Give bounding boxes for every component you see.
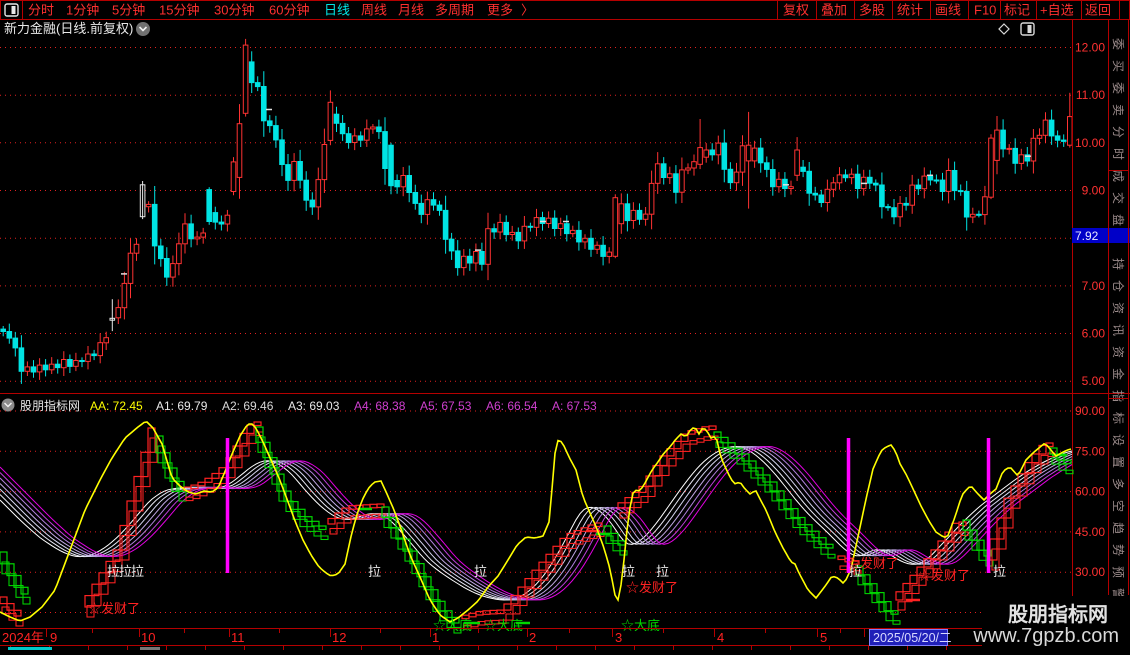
svg-text:叠加: 叠加 — [821, 3, 847, 18]
svg-text:7.92: 7.92 — [1075, 229, 1099, 243]
svg-text:画线: 画线 — [935, 3, 961, 18]
svg-text:资: 资 — [1111, 346, 1125, 358]
svg-text:A4: 68.38: A4: 68.38 — [354, 399, 406, 413]
svg-text:5分钟: 5分钟 — [112, 3, 145, 18]
svg-text:拉: 拉 — [368, 564, 381, 579]
svg-text:成: 成 — [1111, 170, 1125, 182]
svg-text:15分钟: 15分钟 — [159, 3, 199, 18]
svg-text:多周期: 多周期 — [435, 3, 474, 18]
svg-text:拉: 拉 — [622, 564, 635, 579]
svg-text:☆发财了: ☆发财了 — [88, 601, 140, 616]
svg-text:买: 买 — [1111, 60, 1125, 72]
svg-text:势: 势 — [1111, 544, 1125, 556]
svg-text:时: 时 — [1111, 148, 1125, 160]
svg-text:12: 12 — [332, 630, 346, 645]
svg-text:多: 多 — [1111, 478, 1125, 490]
svg-text:拉: 拉 — [131, 564, 144, 579]
svg-text:预: 预 — [1111, 566, 1125, 578]
svg-text:置: 置 — [1111, 456, 1125, 468]
svg-text:75.00: 75.00 — [1075, 444, 1105, 458]
svg-text:指: 指 — [1111, 390, 1126, 402]
svg-text:趋: 趋 — [1111, 522, 1125, 534]
svg-text:A6: 66.54: A6: 66.54 — [486, 399, 538, 413]
svg-text:月线: 月线 — [398, 3, 424, 18]
svg-text:更多: 更多 — [487, 3, 513, 18]
svg-text:F10: F10 — [974, 3, 996, 18]
svg-text:周线: 周线 — [361, 3, 387, 18]
svg-text:拉: 拉 — [656, 564, 669, 579]
svg-text:60分钟: 60分钟 — [269, 3, 309, 18]
svg-text:卖: 卖 — [1111, 104, 1125, 116]
svg-text:统计: 统计 — [897, 3, 923, 18]
svg-text:金: 金 — [1111, 368, 1126, 380]
svg-text:标记: 标记 — [1004, 3, 1030, 18]
svg-text:新力金融(日线.前复权): 新力金融(日线.前复权) — [4, 21, 133, 36]
svg-text:2024年: 2024年 — [2, 630, 44, 645]
svg-text:分时: 分时 — [28, 3, 54, 18]
svg-text:7.00: 7.00 — [1082, 279, 1106, 293]
svg-text:☆发财了: ☆发财了 — [847, 556, 899, 571]
svg-text:9.00: 9.00 — [1082, 184, 1106, 198]
svg-text:+自选: +自选 — [1040, 3, 1074, 18]
svg-text:多股: 多股 — [859, 3, 885, 18]
svg-text:委: 委 — [1111, 82, 1125, 94]
svg-text:60.00: 60.00 — [1075, 485, 1105, 499]
svg-text:委: 委 — [1111, 38, 1125, 50]
svg-text:2025/05/20/二: 2025/05/20/二 — [873, 631, 952, 645]
svg-text:90.00: 90.00 — [1075, 404, 1105, 418]
svg-text:拉: 拉 — [993, 564, 1006, 579]
svg-text:45.00: 45.00 — [1075, 525, 1105, 539]
svg-text:分: 分 — [1111, 126, 1125, 138]
svg-text:复权: 复权 — [783, 3, 809, 18]
svg-text:2: 2 — [529, 630, 536, 645]
svg-text:9: 9 — [50, 630, 57, 645]
svg-text:☆发财了: ☆发财了 — [626, 580, 678, 595]
svg-text:10.00: 10.00 — [1075, 136, 1105, 150]
svg-text:3: 3 — [615, 630, 622, 645]
svg-text:30.00: 30.00 — [1075, 565, 1105, 579]
svg-text:4: 4 — [717, 630, 724, 645]
svg-text:5.00: 5.00 — [1082, 374, 1106, 388]
svg-text:11.00: 11.00 — [1076, 88, 1105, 102]
svg-text:☆发财了: ☆发财了 — [918, 568, 970, 583]
svg-text:1分钟: 1分钟 — [66, 3, 99, 18]
svg-text:6.00: 6.00 — [1082, 327, 1106, 341]
svg-text:☆大底: ☆大底 — [484, 618, 523, 633]
svg-text:☆大底: ☆大底 — [621, 618, 660, 633]
svg-text:12.00: 12.00 — [1075, 41, 1105, 55]
svg-text:30分钟: 30分钟 — [214, 3, 254, 18]
svg-text:11: 11 — [231, 630, 245, 645]
svg-text:〉: 〉 — [521, 3, 534, 18]
svg-text:盘: 盘 — [1111, 214, 1126, 226]
svg-text:拉: 拉 — [474, 564, 487, 579]
svg-text:5: 5 — [820, 630, 827, 645]
svg-text:1: 1 — [432, 630, 439, 645]
svg-text:设: 设 — [1111, 434, 1125, 446]
svg-text:返回: 返回 — [1085, 3, 1111, 18]
svg-text:10: 10 — [141, 630, 155, 645]
svg-text:A1: 69.79: A1: 69.79 — [156, 399, 208, 413]
svg-text:仓: 仓 — [1111, 280, 1125, 292]
svg-text:讯: 讯 — [1111, 324, 1125, 336]
svg-text:交: 交 — [1111, 192, 1126, 204]
svg-text:持: 持 — [1111, 258, 1126, 270]
svg-text:日线: 日线 — [324, 3, 350, 18]
svg-text:空: 空 — [1111, 500, 1125, 512]
svg-text:标: 标 — [1111, 412, 1125, 424]
svg-text:资: 资 — [1111, 302, 1125, 314]
svg-text:www.7gpzb.com: www.7gpzb.com — [972, 625, 1119, 647]
svg-text:股朋指标网: 股朋指标网 — [1008, 602, 1108, 626]
